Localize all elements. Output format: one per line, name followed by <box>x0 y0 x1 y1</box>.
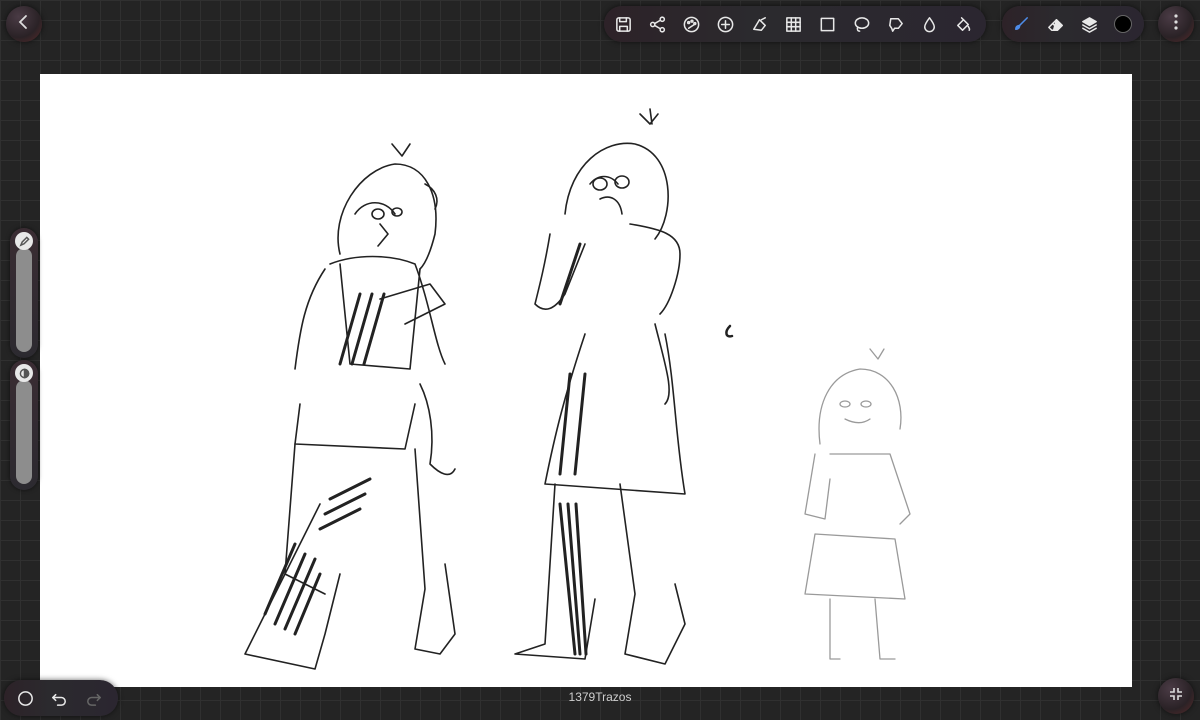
stroke-count-label: 1379Trazos <box>568 690 632 704</box>
opacity-track <box>16 380 32 484</box>
color-swatch[interactable] <box>1106 7 1140 41</box>
save-button[interactable] <box>606 7 640 41</box>
back-button[interactable] <box>6 6 42 42</box>
more-menu-button[interactable] <box>1158 6 1194 42</box>
brush-size-slider[interactable] <box>10 228 38 358</box>
sketch-artwork <box>244 108 911 670</box>
chevron-left-icon <box>16 14 32 35</box>
sketch-figure-right <box>804 348 911 660</box>
grid-button[interactable] <box>776 7 810 41</box>
rectangle-select-button[interactable] <box>810 7 844 41</box>
lasso-polygon-icon <box>888 17 903 32</box>
adjustments-button[interactable] <box>674 7 708 41</box>
save-icon <box>615 16 631 32</box>
collapse-ui-button[interactable] <box>1158 678 1194 714</box>
opacity-knob[interactable] <box>15 364 33 382</box>
layers-icon <box>1081 16 1097 33</box>
transform-button[interactable] <box>742 7 776 41</box>
more-vertical-icon <box>1173 13 1179 36</box>
layers-button[interactable] <box>1072 7 1106 41</box>
lasso-icon <box>854 16 869 32</box>
blur-icon <box>923 16 935 32</box>
opacity-icon <box>19 368 29 378</box>
add-button[interactable] <box>708 7 742 41</box>
rectangle-icon <box>820 17 834 31</box>
drawing-canvas[interactable] <box>40 74 1132 687</box>
blur-button[interactable] <box>912 7 946 41</box>
opacity-slider[interactable] <box>10 360 38 490</box>
lasso-polygon-button[interactable] <box>878 7 912 41</box>
main-toolbar <box>604 6 986 42</box>
eraser-icon <box>1047 18 1063 31</box>
drawing-tools <box>1002 6 1144 42</box>
share-button[interactable] <box>640 7 674 41</box>
adjustments-icon <box>683 16 699 32</box>
collapse-icon <box>1167 685 1185 708</box>
brush-size-track <box>16 248 32 352</box>
share-icon <box>649 15 665 33</box>
fill-bucket-button[interactable] <box>946 7 980 41</box>
brush-size-knob[interactable] <box>15 232 33 250</box>
sketch-figure-middle <box>514 108 686 665</box>
eraser-button[interactable] <box>1038 7 1072 41</box>
transform-icon <box>752 16 766 31</box>
brush-button[interactable] <box>1004 7 1038 41</box>
brush-icon <box>1014 16 1028 30</box>
fill-bucket-icon <box>956 16 970 31</box>
lasso-button[interactable] <box>844 7 878 41</box>
add-icon <box>717 16 733 32</box>
color-swatch-icon <box>1114 15 1132 33</box>
grid-icon <box>785 16 801 32</box>
pencil-icon <box>18 235 30 247</box>
sketch-figure-left <box>244 143 456 670</box>
